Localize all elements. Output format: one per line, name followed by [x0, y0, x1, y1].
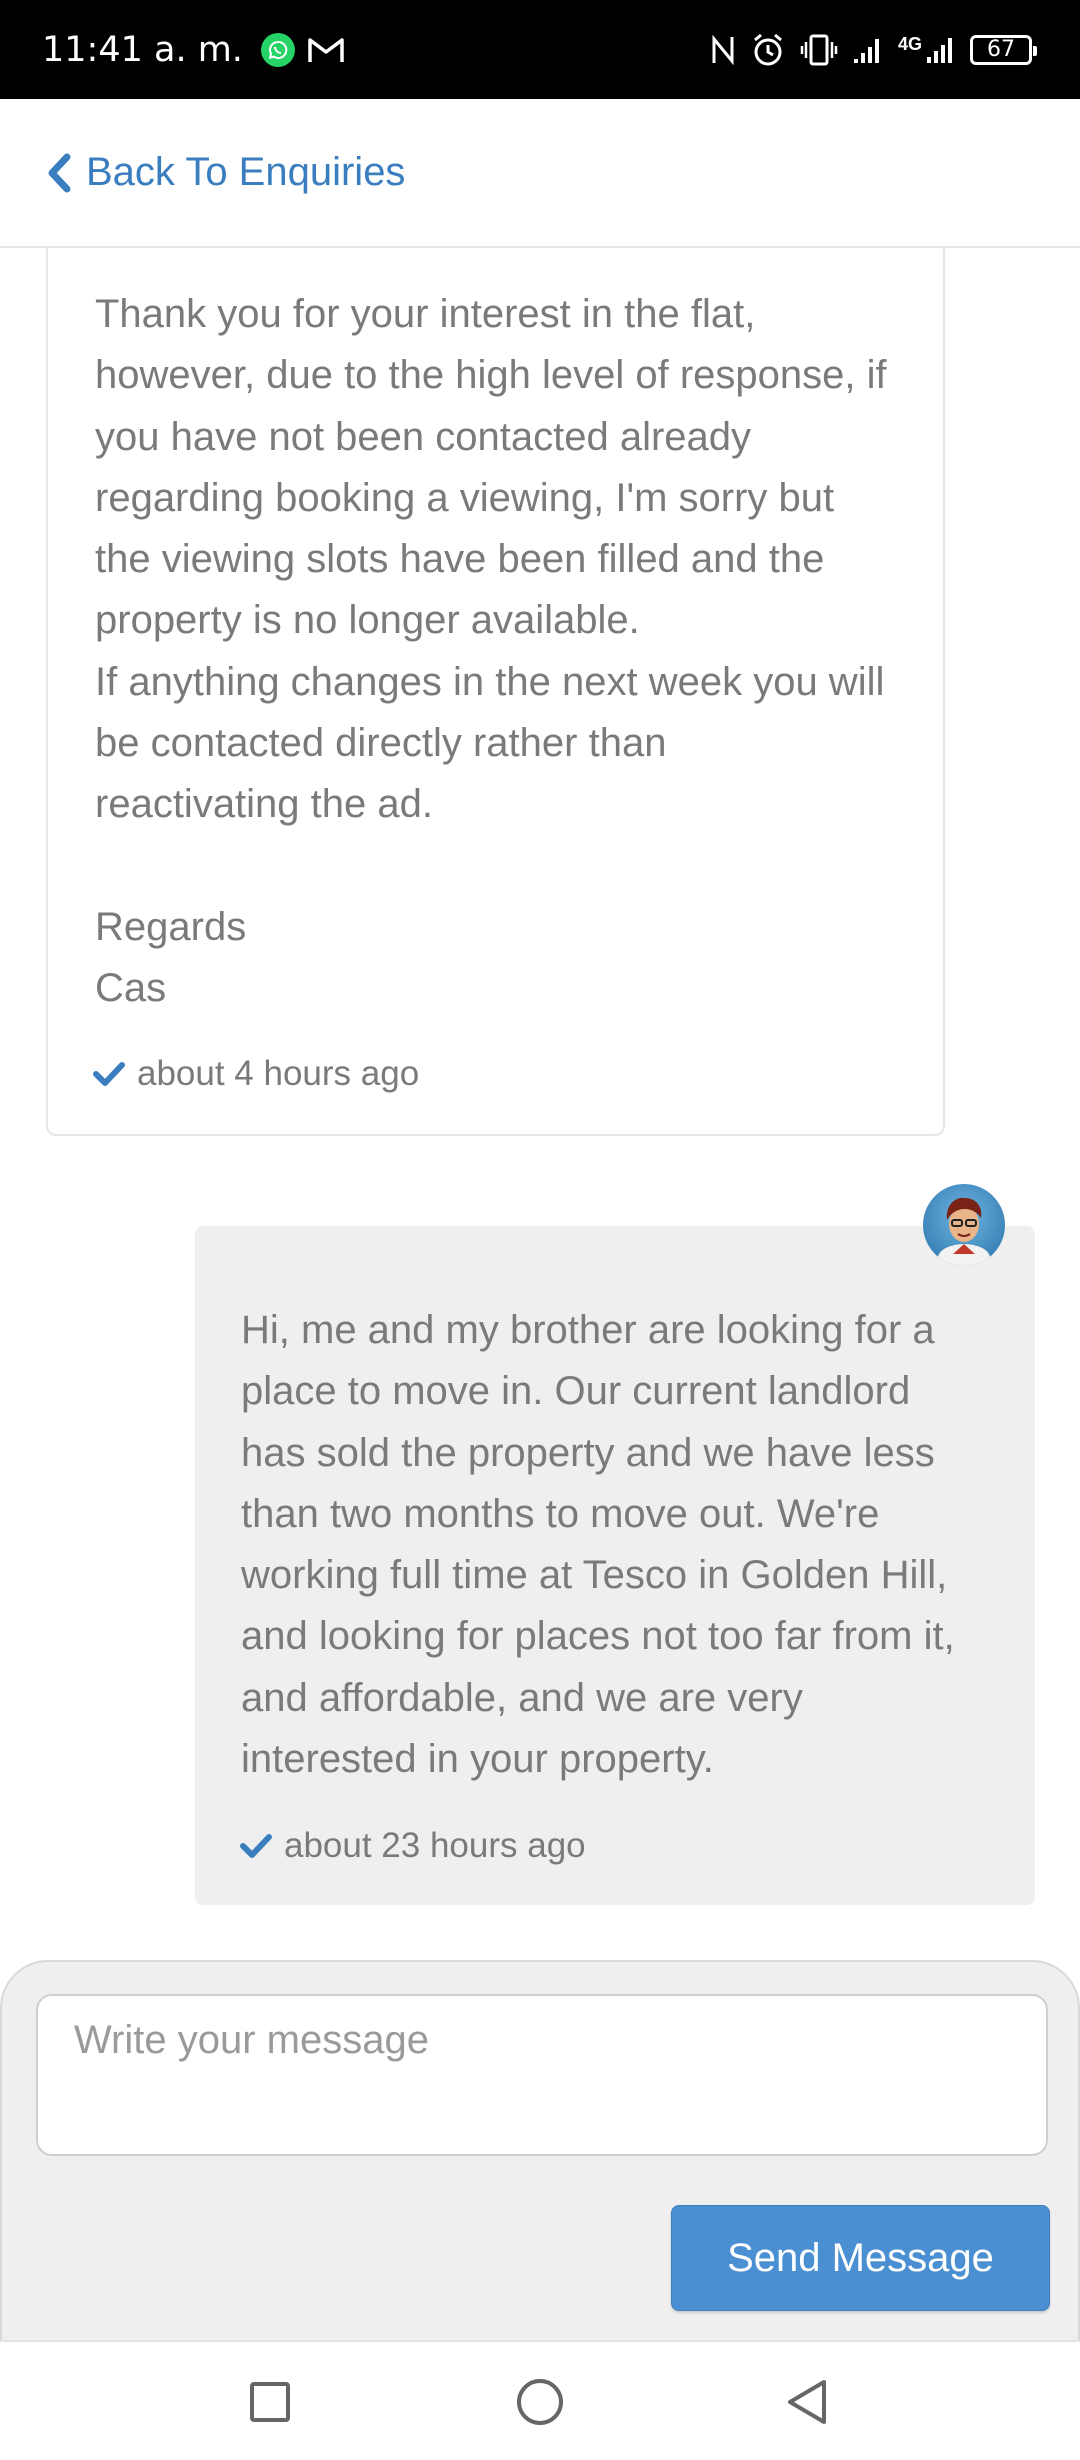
status-right: 4G 67 [710, 32, 1037, 68]
message-text: Hi, me and my brother are looking for a … [241, 1308, 955, 1782]
back-to-enquiries-link[interactable]: Back To Enquiries [46, 150, 405, 195]
send-message-button[interactable]: Send Message [671, 2205, 1050, 2311]
message-input[interactable] [36, 1994, 1048, 2156]
back-link-label: Back To Enquiries [86, 150, 406, 194]
battery-level: 67 [987, 37, 1015, 62]
header: Back To Enquiries [0, 99, 1080, 248]
whatsapp-icon [260, 32, 295, 67]
check-icon [240, 1834, 272, 1858]
message-received: Thank you for your interest in the flat,… [46, 248, 945, 1136]
signal-icon [853, 38, 879, 63]
status-left: 11:41 a. m. [42, 30, 345, 70]
chevron-left-icon [48, 153, 71, 192]
message-composer: Send Message [0, 1960, 1080, 2340]
message-sent: Hi, me and my brother are looking for a … [195, 1226, 1035, 1905]
gmail-icon [308, 37, 344, 62]
alarm-icon [754, 33, 782, 65]
vibrate-icon [800, 34, 838, 65]
message-meta: about 23 hours ago [240, 1826, 586, 1866]
message-time: about 23 hours ago [284, 1826, 586, 1865]
nfc-icon [712, 34, 734, 65]
network-label: 4G [897, 33, 922, 54]
message-meta: about 4 hours ago [93, 1054, 419, 1094]
4g-signal-icon: 4G [898, 35, 956, 65]
message-time: about 4 hours ago [137, 1054, 420, 1093]
home-circle-icon[interactable] [514, 2372, 566, 2432]
user-avatar[interactable] [923, 1184, 1005, 1266]
avatar-image [938, 1197, 990, 1266]
status-time: 11:41 a. m. [42, 29, 243, 70]
battery-icon: 67 [970, 34, 1037, 65]
back-triangle-icon[interactable] [784, 2372, 830, 2432]
recents-square-icon[interactable] [248, 2372, 292, 2432]
check-icon [93, 1062, 125, 1086]
message-text: Thank you for your interest in the flat,… [95, 292, 887, 1011]
navigation-bar [0, 2340, 1080, 2460]
status-bar: 11:41 a. m. 4G 67 [0, 0, 1080, 99]
